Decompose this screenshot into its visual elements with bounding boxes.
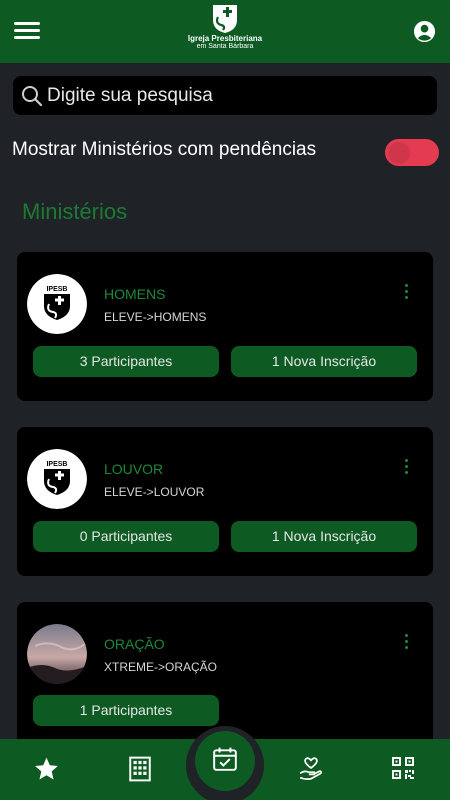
more-options-icon[interactable] bbox=[399, 284, 413, 302]
new-registrations-button[interactable]: 1 Nova Inscrição bbox=[231, 521, 417, 552]
org-name-line1: Igreja Presbiteriana bbox=[187, 34, 263, 43]
new-registrations-button[interactable]: 1 Nova Inscrição bbox=[231, 346, 417, 377]
pending-filter-toggle[interactable] bbox=[385, 139, 439, 166]
qr-code-icon[interactable] bbox=[391, 756, 415, 780]
menu-icon[interactable] bbox=[14, 22, 40, 40]
avatar-logo-text: IPESB bbox=[46, 286, 67, 293]
star-icon[interactable] bbox=[33, 756, 60, 782]
account-icon[interactable] bbox=[413, 20, 436, 43]
pending-filter-label: Mostrar Ministérios com pendências bbox=[12, 139, 317, 160]
org-name-line2: em Santa Bárbara bbox=[196, 43, 254, 50]
more-options-icon[interactable] bbox=[399, 459, 413, 477]
ministry-name: LOUVOR bbox=[104, 461, 164, 477]
participants-button[interactable]: 3 Participantes bbox=[33, 346, 219, 377]
ministry-card[interactable]: IPESB HOMENS ELEVE->HOMENS 3 Participant… bbox=[17, 252, 433, 401]
center-action-button[interactable] bbox=[186, 726, 264, 800]
ministry-card[interactable]: ORAÇÃO XTREME->ORAÇÃO 1 Participantes bbox=[17, 602, 433, 739]
more-options-icon[interactable] bbox=[399, 634, 413, 652]
section-title: Ministérios bbox=[22, 199, 128, 224]
ministry-name: HOMENS bbox=[104, 286, 166, 302]
ministry-name: ORAÇÃO bbox=[104, 636, 165, 652]
ministry-path: ELEVE->HOMENS bbox=[104, 310, 207, 324]
church-logo-icon bbox=[213, 5, 237, 33]
toggle-knob bbox=[388, 142, 410, 164]
center-button[interactable] bbox=[195, 731, 255, 791]
ministry-card[interactable]: IPESB LOUVOR ELEVE->LOUVOR 0 Participant… bbox=[17, 427, 433, 576]
participants-button[interactable]: 0 Participantes bbox=[33, 521, 219, 552]
hand-heart-icon[interactable] bbox=[298, 756, 324, 782]
search-bar[interactable] bbox=[13, 76, 437, 115]
search-icon bbox=[22, 86, 43, 107]
avatar-logo-text: IPESB bbox=[46, 461, 67, 468]
ministry-avatar: IPESB bbox=[27, 449, 87, 509]
top-app-bar: Igreja Presbiteriana em Santa Bárbara bbox=[0, 0, 450, 63]
ministry-avatar: IPESB bbox=[27, 274, 87, 334]
ministry-path: XTREME->ORAÇÃO bbox=[104, 660, 218, 674]
building-icon[interactable] bbox=[127, 756, 153, 782]
church-logo: Igreja Presbiteriana em Santa Bárbara bbox=[180, 4, 270, 60]
calendar-check-icon bbox=[213, 747, 237, 771]
search-input[interactable] bbox=[47, 80, 427, 111]
participants-button[interactable]: 1 Participantes bbox=[33, 695, 219, 726]
ministry-avatar-photo bbox=[27, 624, 87, 684]
ministry-path: ELEVE->LOUVOR bbox=[104, 485, 205, 499]
